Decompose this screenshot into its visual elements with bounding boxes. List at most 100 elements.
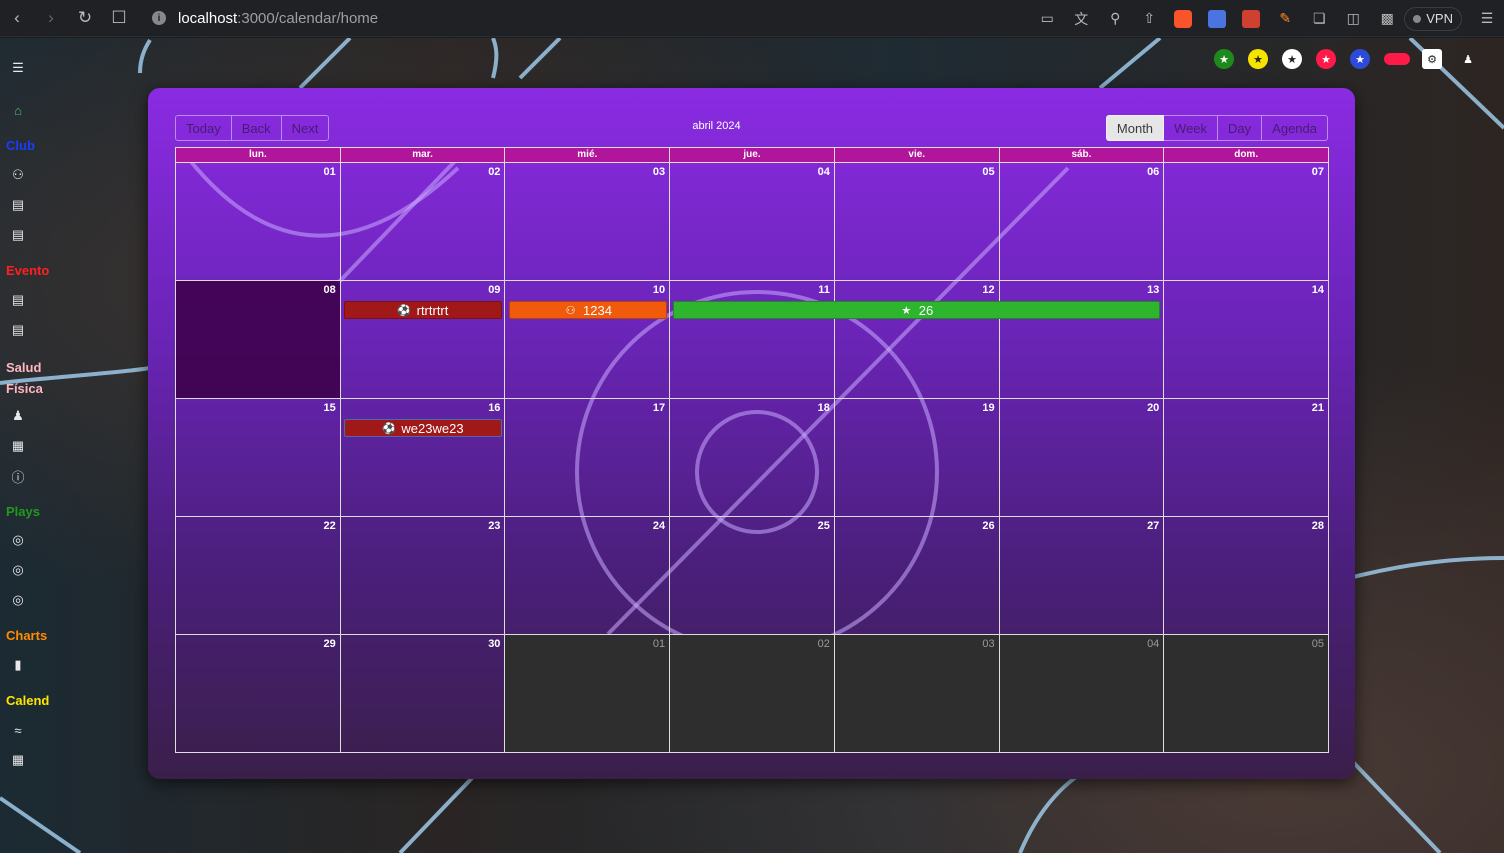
- day-number[interactable]: 24: [653, 520, 665, 532]
- basketball-icon-3[interactable]: ◎: [8, 590, 28, 610]
- day-number[interactable]: 28: [1312, 520, 1324, 532]
- basketball-icon-1[interactable]: ◎: [8, 530, 28, 550]
- calendar-icon[interactable]: ▦: [8, 436, 28, 456]
- day-cell[interactable]: 21: [1164, 399, 1330, 516]
- contact-card-icon-2[interactable]: ▤: [8, 225, 28, 245]
- day-number[interactable]: 09: [488, 284, 500, 296]
- help-icon[interactable]: ⓘ: [8, 466, 28, 486]
- menu-icon[interactable]: ☰: [1470, 0, 1504, 37]
- agenda-view-button[interactable]: Agenda: [1262, 115, 1328, 141]
- day-number[interactable]: 20: [1147, 402, 1159, 414]
- day-number[interactable]: 14: [1312, 284, 1324, 296]
- day-number[interactable]: 27: [1147, 520, 1159, 532]
- day-cell[interactable]: 28: [1164, 517, 1330, 634]
- day-number[interactable]: 25: [818, 520, 830, 532]
- blue-star-icon[interactable]: ★: [1350, 49, 1370, 69]
- forward-arrow-icon[interactable]: ›: [34, 0, 68, 37]
- person-icon[interactable]: ♟: [8, 406, 28, 426]
- day-cell[interactable]: 06: [1000, 163, 1165, 280]
- ext-red-icon[interactable]: [1234, 0, 1268, 37]
- day-cell[interactable]: 05: [835, 163, 1000, 280]
- day-cell[interactable]: 25: [670, 517, 835, 634]
- zoom-icon[interactable]: ⚲: [1098, 0, 1132, 37]
- day-number[interactable]: 11: [818, 284, 830, 296]
- day-number[interactable]: 03: [653, 166, 665, 178]
- site-info-icon[interactable]: i: [152, 11, 166, 25]
- day-view-button[interactable]: Day: [1218, 115, 1263, 141]
- day-number[interactable]: 30: [488, 638, 500, 650]
- settings-icon[interactable]: ⚙: [1422, 49, 1442, 69]
- sidebar-toggle-icon[interactable]: ◫: [1336, 0, 1370, 37]
- event-we23we23[interactable]: ⚽ we23we23: [344, 419, 502, 437]
- day-cell[interactable]: 24: [505, 517, 671, 634]
- week-view-button[interactable]: Week: [1164, 115, 1219, 141]
- day-number[interactable]: 15: [323, 402, 335, 414]
- day-cell[interactable]: 19: [835, 399, 1000, 516]
- day-cell[interactable]: 30: [341, 635, 506, 752]
- translate-icon[interactable]: 文: [1064, 0, 1098, 37]
- day-cell[interactable]: 17: [505, 399, 671, 516]
- home-icon[interactable]: ⌂: [8, 100, 28, 120]
- day-cell[interactable]: 15: [176, 399, 341, 516]
- day-cell[interactable]: 02: [341, 163, 506, 280]
- day-number[interactable]: 04: [818, 166, 830, 178]
- bookmark-icon[interactable]: ☐: [102, 0, 136, 37]
- day-cell-off-range[interactable]: 01: [505, 635, 671, 752]
- day-cell[interactable]: 20: [1000, 399, 1165, 516]
- day-cell[interactable]: 13: [1000, 281, 1165, 398]
- day-cell[interactable]: 11: [670, 281, 835, 398]
- green-star-icon[interactable]: ★: [1214, 49, 1234, 69]
- day-cell[interactable]: 09: [341, 281, 506, 398]
- day-number[interactable]: 05: [982, 166, 994, 178]
- map-icon[interactable]: ▦: [8, 750, 28, 770]
- day-cell[interactable]: 18: [670, 399, 835, 516]
- wallet-icon[interactable]: ▩: [1370, 0, 1404, 37]
- day-number[interactable]: 01: [323, 166, 335, 178]
- list-icon-2[interactable]: ▤: [8, 320, 28, 340]
- day-number[interactable]: 29: [323, 638, 335, 650]
- day-number[interactable]: 13: [1147, 284, 1159, 296]
- trend-line-icon[interactable]: ≈: [8, 720, 28, 740]
- google-translate-ext-icon[interactable]: [1200, 0, 1234, 37]
- day-cell[interactable]: 04: [670, 163, 835, 280]
- day-number[interactable]: 06: [1147, 166, 1159, 178]
- back-arrow-icon[interactable]: ‹: [0, 0, 34, 37]
- day-number[interactable]: 18: [818, 402, 830, 414]
- basketball-icon-2[interactable]: ◎: [8, 560, 28, 580]
- day-cell[interactable]: 27: [1000, 517, 1165, 634]
- day-number[interactable]: 01: [653, 638, 665, 650]
- event-1234[interactable]: ⚇ 1234: [509, 301, 667, 319]
- event-rtrtrtrt[interactable]: ⚽ rtrtrtrt: [344, 301, 502, 319]
- members-icon[interactable]: ⚇: [8, 165, 28, 185]
- day-cell[interactable]: 01: [176, 163, 341, 280]
- day-cell[interactable]: 29: [176, 635, 341, 752]
- day-number[interactable]: 04: [1147, 638, 1159, 650]
- vpn-button[interactable]: VPN: [1404, 6, 1462, 31]
- day-number[interactable]: 22: [323, 520, 335, 532]
- day-cell[interactable]: 23: [341, 517, 506, 634]
- event-26[interactable]: ★ 26: [673, 301, 1160, 319]
- day-number[interactable]: 23: [488, 520, 500, 532]
- day-number[interactable]: 05: [1312, 638, 1324, 650]
- day-number[interactable]: 10: [653, 284, 665, 296]
- day-number[interactable]: 19: [982, 402, 994, 414]
- yellow-star-icon[interactable]: ★: [1248, 49, 1268, 69]
- day-cell[interactable]: 12: [835, 281, 1000, 398]
- day-cell[interactable]: 10: [505, 281, 671, 398]
- day-cell[interactable]: 14: [1164, 281, 1330, 398]
- reload-icon[interactable]: ↻: [68, 0, 102, 37]
- day-number[interactable]: 26: [982, 520, 994, 532]
- cast-icon[interactable]: ▭: [1030, 0, 1064, 37]
- white-star-icon[interactable]: ★: [1282, 49, 1302, 69]
- brave-shield-icon[interactable]: [1166, 0, 1200, 37]
- share-icon[interactable]: ⇧: [1132, 0, 1166, 37]
- list-icon[interactable]: ▤: [8, 290, 28, 310]
- theme-toggle[interactable]: [1384, 53, 1410, 65]
- day-number[interactable]: 02: [488, 166, 500, 178]
- contact-card-icon[interactable]: ▤: [8, 195, 28, 215]
- user-profile-icon[interactable]: ♟: [1458, 49, 1478, 69]
- day-number[interactable]: 17: [653, 402, 665, 414]
- day-number[interactable]: 12: [982, 284, 994, 296]
- day-number[interactable]: 07: [1312, 166, 1324, 178]
- day-number[interactable]: 03: [982, 638, 994, 650]
